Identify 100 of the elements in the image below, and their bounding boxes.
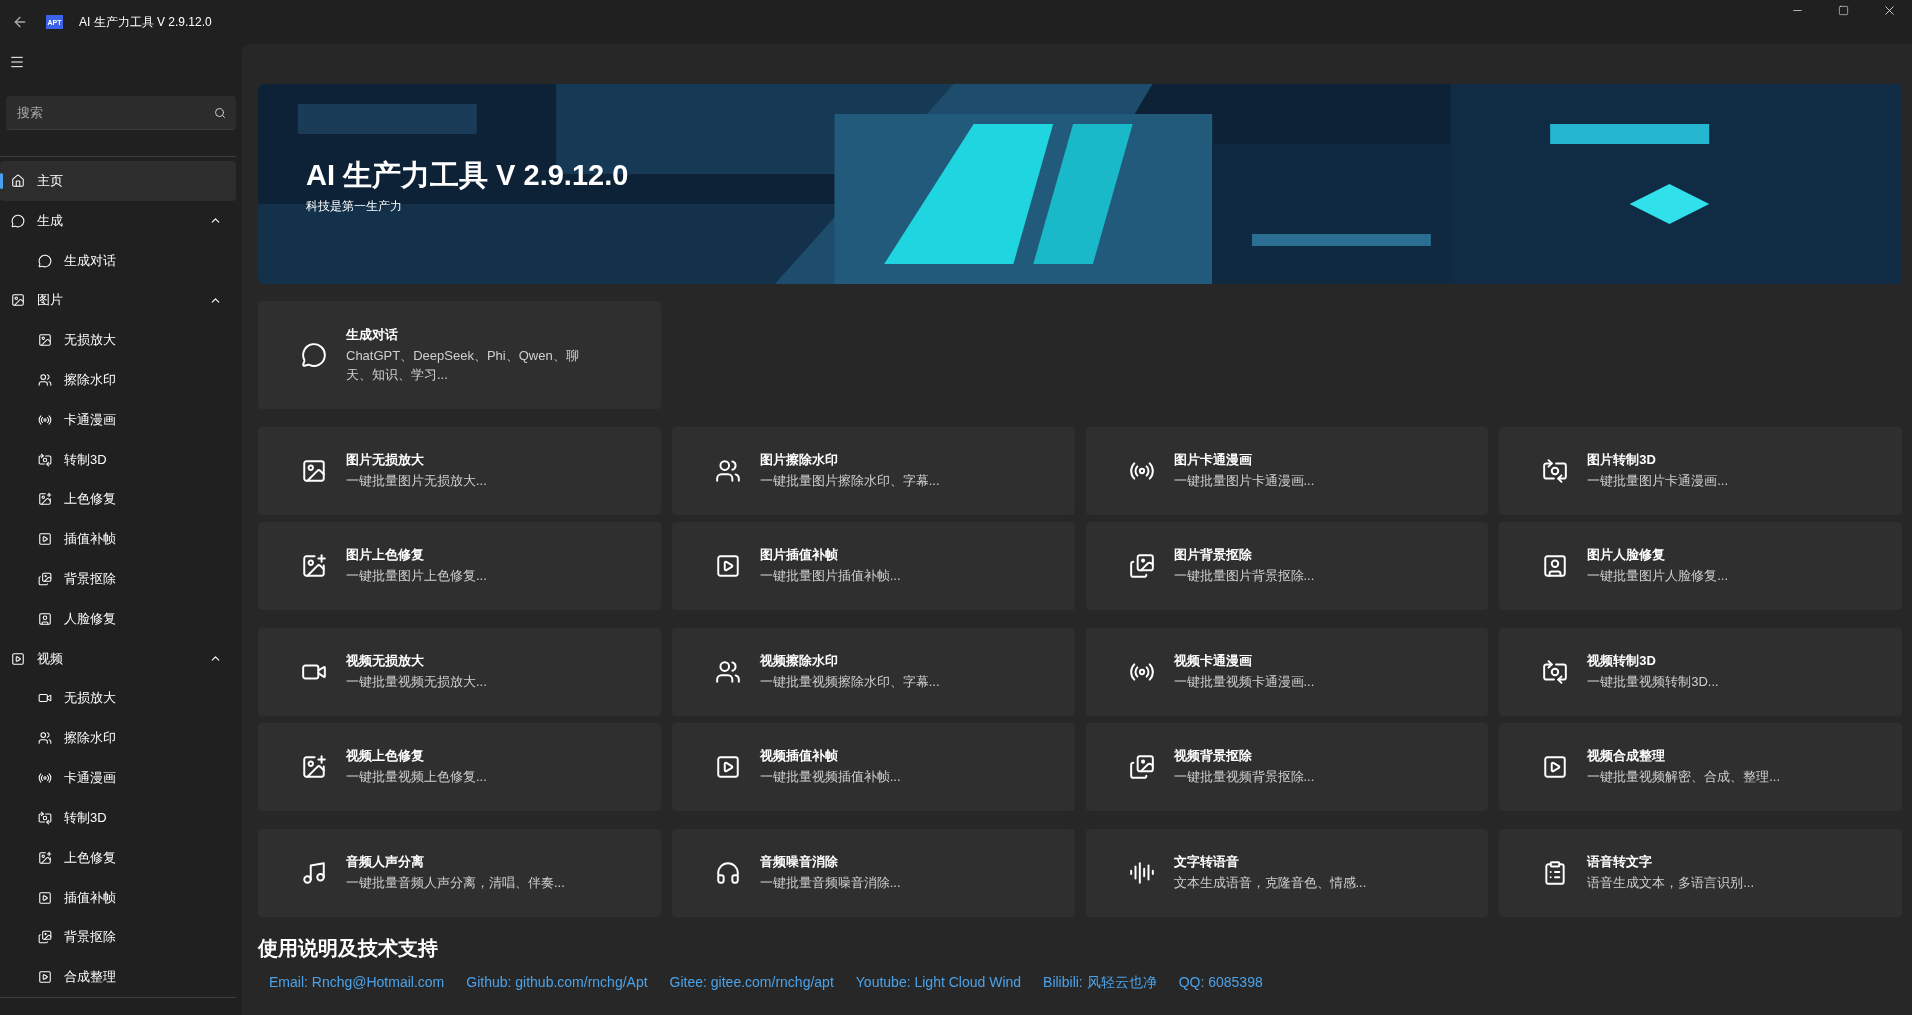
section-heading: 使用说明及技术支持: [258, 936, 439, 961]
feature-card[interactable]: 语音转文字 语音生成文本，多语言识别...: [1499, 829, 1902, 917]
card-title: 生成对话: [346, 326, 399, 345]
user-square-icon: [38, 611, 52, 626]
image-plus-icon: [38, 850, 52, 865]
card-description: 一键批量视频背景抠除...: [1173, 768, 1315, 787]
sidebar-item-label: 转制3D: [64, 450, 107, 469]
sidebar-item[interactable]: 背景抠除: [0, 559, 236, 599]
card-description: 一键批量图片背景抠除...: [1173, 567, 1315, 586]
card-title: 音频人声分离: [346, 853, 425, 872]
card-description: 文本生成语音，克隆音色、情感...: [1173, 874, 1367, 893]
feature-card[interactable]: 视频转制3D 一键批量视频转制3D...: [1499, 628, 1902, 716]
card-description: 一键批量视频卡通漫画...: [1173, 673, 1315, 692]
sidebar-item[interactable]: 视频: [0, 638, 236, 679]
card-title: 视频上色修复: [346, 747, 425, 766]
images-icon: [38, 572, 52, 587]
sidebar-item[interactable]: 转制3D: [0, 798, 236, 838]
feature-card[interactable]: 生成对话 ChatGPT、DeepSeek、Phi、Qwen、聊天、知识、学习...: [258, 301, 661, 409]
sidebar-item[interactable]: 合成整理: [0, 957, 236, 998]
feature-card[interactable]: 音频人声分离 一键批量音频人声分离，清唱、伴奏...: [258, 829, 661, 917]
sidebar-item[interactable]: 生成: [0, 200, 236, 241]
sidebar-item[interactable]: 卡通漫画: [0, 399, 236, 440]
image-icon: [301, 458, 327, 484]
sidebar-item[interactable]: 无损放大: [0, 678, 236, 719]
feature-card[interactable]: 图片擦除水印 一键批量图片擦除水印、字幕...: [671, 427, 1075, 515]
sidebar-item[interactable]: 插值补帧: [0, 877, 236, 918]
search-field[interactable]: 搜索: [6, 96, 236, 130]
feature-card[interactable]: 图片上色修复 一键批量图片上色修复...: [258, 522, 661, 610]
image-icon: [38, 333, 52, 348]
images-icon: [1128, 553, 1155, 579]
feature-card[interactable]: 视频卡通漫画 一键批量视频卡通漫画...: [1085, 628, 1489, 716]
support-link[interactable]: QQ: 6085398: [1178, 974, 1263, 992]
card-description: 一键批量视频解密、合成、整理...: [1587, 768, 1781, 787]
images-icon: [1128, 754, 1155, 780]
card-title: 语音转文字: [1587, 853, 1654, 872]
support-link[interactable]: Youtube: Light Cloud Wind: [855, 974, 1022, 992]
music-note-icon: [301, 860, 327, 886]
feature-card[interactable]: 视频上色修复 一键批量视频上色修复...: [258, 723, 661, 811]
people-icon: [38, 731, 52, 746]
card-title: 视频合成整理: [1587, 747, 1667, 766]
sidebar-item[interactable]: 上色修复: [0, 479, 236, 520]
sidebar-item[interactable]: 背景抠除: [0, 917, 236, 958]
card-description: 一键批量视频插值补帧...: [759, 768, 901, 787]
play-icon: [38, 890, 52, 905]
sidebar-item-label: 擦除水印: [64, 729, 116, 748]
feature-card[interactable]: 图片卡通漫画 一键批量图片卡通漫画...: [1085, 427, 1489, 515]
card-title: 图片卡通漫画: [1173, 451, 1253, 470]
sidebar-item[interactable]: 卡通漫画: [0, 758, 236, 798]
play-icon: [38, 532, 52, 547]
feature-card[interactable]: 文字转语音 文本生成语音，克隆音色、情感...: [1085, 829, 1489, 917]
feature-card[interactable]: 图片转制3D 一键批量图片卡通漫画...: [1499, 427, 1902, 515]
search-icon[interactable]: [214, 107, 226, 119]
feature-card[interactable]: 视频插值补帧 一键批量视频插值补帧...: [671, 723, 1075, 811]
feature-card[interactable]: 视频合成整理 一键批量视频解密、合成、整理...: [1499, 723, 1902, 811]
feature-card[interactable]: 音频噪音消除 一键批量音频噪音消除...: [671, 829, 1075, 917]
card-description: 一键批量图片上色修复...: [346, 567, 487, 586]
sidebar-item-label: 无损放大: [64, 331, 116, 350]
sidebar-item[interactable]: 主页: [0, 161, 236, 201]
feature-card[interactable]: 图片人脸修复 一键批量图片人脸修复...: [1499, 522, 1902, 610]
card-title: 视频卡通漫画: [1173, 652, 1253, 671]
card-description: 一键批量图片卡通漫画...: [1587, 472, 1729, 491]
sidebar-item[interactable]: 生成对话: [0, 240, 236, 281]
people-icon: [714, 458, 741, 484]
sidebar-item[interactable]: 上色修复: [0, 837, 236, 878]
camera-switch-icon: [1542, 458, 1569, 484]
card-description: 一键批量视频转制3D...: [1587, 673, 1719, 692]
selection-indicator: [0, 173, 3, 189]
sidebar-item-label: 生成对话: [64, 251, 116, 270]
card-title: 视频擦除水印: [759, 652, 839, 671]
card-title: 文字转语音: [1173, 853, 1240, 872]
support-link[interactable]: Bilibili: 风轻云也净: [1043, 974, 1157, 992]
feature-card[interactable]: 视频背景抠除 一键批量视频背景抠除...: [1085, 723, 1489, 811]
sidebar-item-label: 合成整理: [64, 968, 116, 987]
feature-card[interactable]: 图片背景抠除 一键批量图片背景抠除...: [1085, 522, 1489, 610]
sidebar-item[interactable]: 插值补帧: [0, 519, 236, 560]
sidebar-item[interactable]: 无损放大: [0, 320, 236, 361]
sidebar-item[interactable]: 人脸修复: [0, 598, 236, 639]
card-title: 视频无损放大: [346, 652, 425, 671]
feature-card[interactable]: 图片无损放大 一键批量图片无损放大...: [258, 427, 661, 515]
support-link[interactable]: Github: github.com/rnchg/Apt: [466, 974, 648, 992]
chat-bubble-icon: [38, 253, 52, 268]
image-plus-icon: [38, 492, 52, 507]
support-link[interactable]: Email: Rnchg@Hotmail.com: [269, 974, 445, 992]
maximize-icon[interactable]: [1837, 4, 1849, 16]
sidebar-item[interactable]: 擦除水印: [0, 718, 236, 759]
feature-card[interactable]: 图片插值补帧 一键批量图片插值补帧...: [671, 522, 1075, 610]
menu-button[interactable]: [9, 54, 25, 70]
card-description: 一键批量视频上色修复...: [346, 768, 487, 787]
support-link[interactable]: Gitee: gitee.com/rnchg/apt: [669, 974, 834, 992]
banner-subtitle: 科技是第一生产力: [306, 198, 403, 215]
feature-card[interactable]: 视频擦除水印 一键批量视频擦除水印、字幕...: [671, 628, 1075, 716]
sidebar-item-label: 插值补帧: [64, 530, 116, 549]
audio-wave-icon: [1128, 860, 1155, 886]
sidebar-item[interactable]: 转制3D: [0, 439, 236, 480]
back-icon[interactable]: [12, 14, 28, 30]
sidebar-item-label: 生成: [37, 211, 63, 230]
sidebar-item[interactable]: 擦除水印: [0, 360, 236, 400]
sidebar-item-label: 背景抠除: [64, 928, 116, 947]
sidebar-item[interactable]: 图片: [0, 280, 236, 321]
feature-card[interactable]: 视频无损放大 一键批量视频无损放大...: [258, 628, 661, 716]
